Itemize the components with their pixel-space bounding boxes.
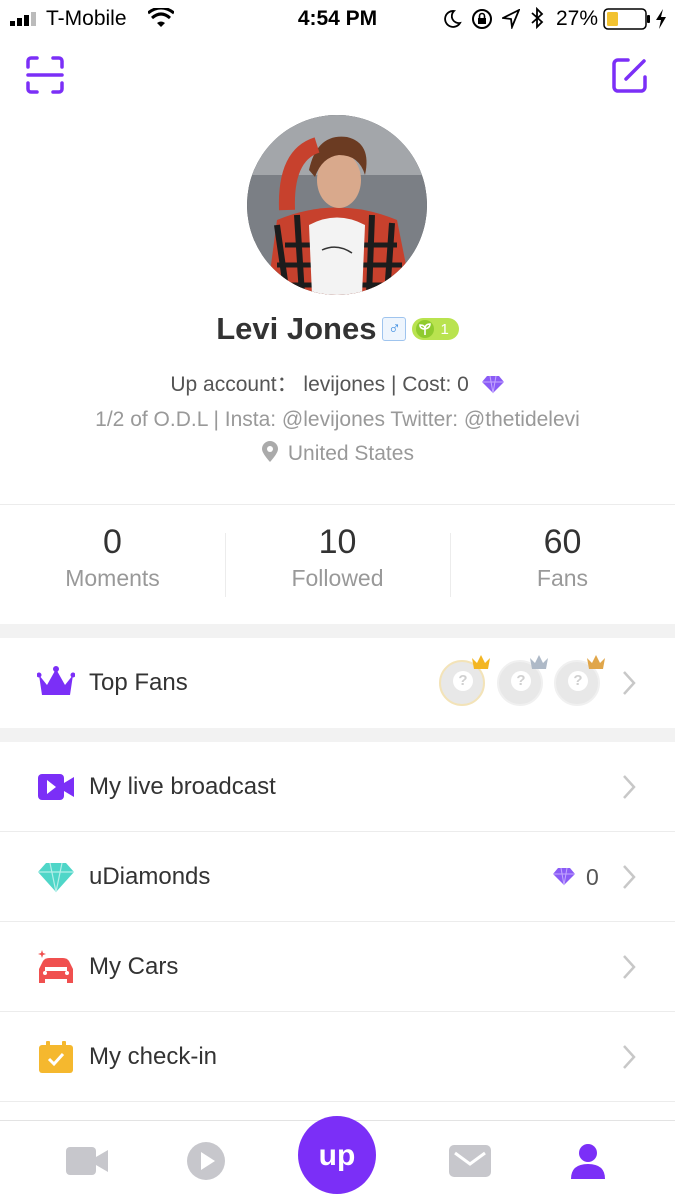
chevron-right-icon <box>623 1045 636 1069</box>
location-pin-icon <box>262 441 279 462</box>
top-fans-label: Top Fans <box>89 669 188 696</box>
calendar-check-icon <box>39 1041 73 1073</box>
person-icon <box>571 1144 605 1179</box>
level-badge: 1 <box>412 318 459 340</box>
placeholder-avatar-icon: ? <box>511 671 531 691</box>
udiamonds-row[interactable]: uDiamonds 0 <box>0 832 675 922</box>
play-icon <box>187 1142 225 1180</box>
check-in-label: My check-in <box>89 1043 218 1070</box>
stat-value: 0 <box>103 523 122 561</box>
profile-name: Levi Jones <box>216 311 377 346</box>
tab-live[interactable] <box>64 1139 110 1183</box>
stat-label: Moments <box>65 565 160 591</box>
udiamonds-value: 0 <box>586 864 599 890</box>
location-text: United States <box>287 442 414 465</box>
chevron-right-icon <box>623 775 636 799</box>
tab-profile[interactable] <box>566 1139 610 1183</box>
car-icon <box>38 950 73 983</box>
stat-followed[interactable]: 10 Followed <box>225 505 450 625</box>
stat-fans[interactable]: 60 Fans <box>450 505 675 625</box>
moon-icon <box>444 10 462 28</box>
crown-icon <box>37 666 75 695</box>
avatar[interactable] <box>247 115 427 295</box>
section-gap <box>0 624 675 638</box>
location-arrow-icon <box>502 9 520 29</box>
bluetooth-icon <box>531 7 544 29</box>
stat-label: Followed <box>291 565 384 591</box>
tab-up-center[interactable]: up <box>297 1115 377 1195</box>
chevron-right-icon <box>623 671 636 695</box>
teal-diamond-icon <box>38 862 74 893</box>
profile-name-row: Levi Jones ♂ 1 <box>0 306 675 352</box>
account-line: Up account： levijones | Cost: 0 <box>0 368 675 398</box>
stat-value: 60 <box>543 523 582 561</box>
status-bar: T-Mobile 4:54 PM 27% <box>0 0 675 38</box>
top-fan-avatar-2[interactable]: ? <box>497 655 548 706</box>
edit-icon <box>612 58 647 93</box>
udiamonds-label: uDiamonds <box>89 863 211 890</box>
sprout-icon <box>416 320 435 338</box>
scan-icon <box>26 56 64 94</box>
account-text: Up account： levijones | Cost: 0 <box>170 373 469 396</box>
chevron-right-icon <box>623 865 636 889</box>
top-fan-avatar-1[interactable]: ? <box>439 655 490 706</box>
live-broadcast-label: My live broadcast <box>89 773 276 800</box>
avatar-photo <box>247 115 427 295</box>
level-number: 1 <box>440 320 449 338</box>
svg-text:up: up <box>319 1139 356 1172</box>
live-broadcast-row[interactable]: My live broadcast <box>0 742 675 832</box>
up-logo-icon: up <box>298 1116 376 1194</box>
divider <box>0 1101 675 1102</box>
section-gap <box>0 728 675 742</box>
stat-label: Fans <box>536 565 589 591</box>
check-in-row[interactable]: My check-in <box>0 1012 675 1102</box>
profile-bio: 1/2 of O.D.L | Insta: @levijones Twitter… <box>95 408 580 431</box>
stat-moments[interactable]: 0 Moments <box>0 505 225 625</box>
stats-bar: 0 Moments 10 Followed 60 Fans <box>0 504 675 625</box>
scan-button[interactable] <box>23 53 67 97</box>
diamond-icon <box>481 375 504 394</box>
tab-bar: up <box>0 1116 675 1201</box>
my-cars-label: My Cars <box>89 953 179 980</box>
tab-videos[interactable] <box>184 1139 228 1183</box>
my-cars-row[interactable]: My Cars <box>0 922 675 1012</box>
stat-value: 10 <box>318 523 357 561</box>
diamond-icon <box>553 867 575 886</box>
bronze-crown-icon <box>587 655 605 669</box>
top-fan-avatar-3[interactable]: ? <box>554 655 605 706</box>
chevron-right-icon <box>623 955 636 979</box>
rotation-lock-icon <box>472 9 492 29</box>
gender-male-icon: ♂ <box>382 317 407 341</box>
location-line: United States <box>0 441 675 466</box>
battery-percent: 27% <box>556 7 599 30</box>
video-camera-icon <box>38 774 74 800</box>
edit-profile-button[interactable] <box>608 53 652 97</box>
gold-crown-icon <box>472 655 490 669</box>
placeholder-avatar-icon: ? <box>568 671 588 691</box>
tab-messages[interactable] <box>447 1139 493 1183</box>
charging-bolt-icon <box>656 9 666 29</box>
placeholder-avatar-icon: ? <box>453 671 473 691</box>
envelope-icon <box>449 1145 491 1177</box>
battery-icon <box>603 8 650 30</box>
video-camera-icon <box>66 1147 108 1175</box>
top-fans-row[interactable]: Top Fans ? ? ? <box>0 638 675 728</box>
silver-crown-icon <box>530 655 548 669</box>
